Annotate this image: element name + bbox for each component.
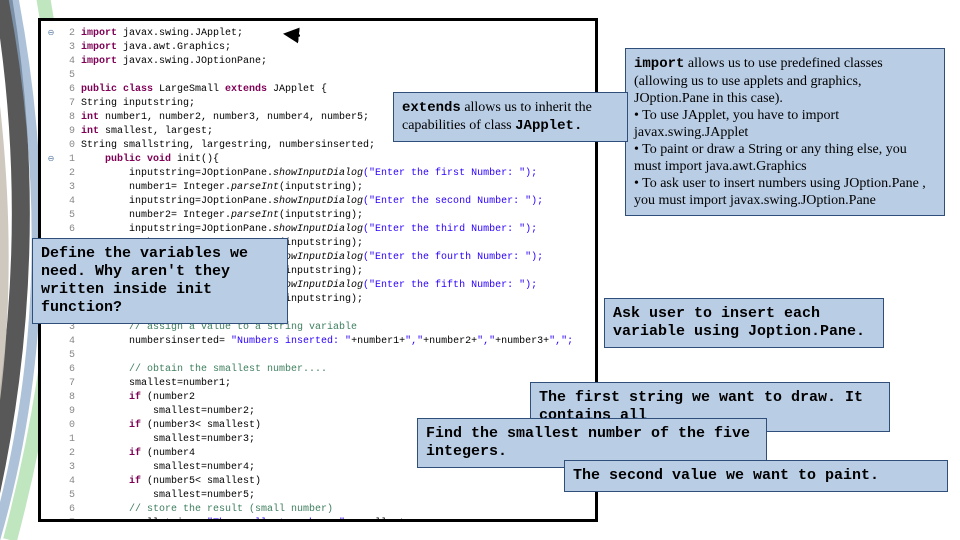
code-line: ⊖1 public void init(){ bbox=[45, 153, 587, 167]
code-line: 6 // obtain the smallest number.... bbox=[45, 363, 587, 377]
callout-variables-text: Define the variables we need. Why aren't… bbox=[41, 245, 248, 316]
code-line: 3import java.awt.Graphics; bbox=[45, 41, 587, 55]
code-line: 9 smallest=number2; bbox=[45, 405, 587, 419]
code-line: 8 if (number2 bbox=[45, 391, 587, 405]
callout-ask-user: Ask user to insert each variable using J… bbox=[604, 298, 884, 348]
code-line: 3 number1= Integer.parseInt(inputstring)… bbox=[45, 181, 587, 195]
callout-extends: extends allows us to inherit the capabil… bbox=[393, 92, 628, 142]
callout-second-text: The second value we want to paint. bbox=[573, 467, 879, 484]
callout-import: import allows us to use predefined class… bbox=[625, 48, 945, 216]
callout-import-lead: import bbox=[634, 56, 684, 72]
code-line: 5 bbox=[45, 69, 587, 83]
code-line: 4 if (number5< smallest) bbox=[45, 475, 587, 489]
code-line: 4 numbersinserted= "Numbers inserted: "+… bbox=[45, 335, 587, 349]
callout-second-value: The second value we want to paint. bbox=[564, 460, 948, 492]
callout-import-b3: • To ask user to insert numbers using JO… bbox=[634, 175, 936, 209]
callout-import-b1: • To use JApplet, you have to import jav… bbox=[634, 107, 936, 141]
code-line: 4 inputstring=JOptionPane.showInputDialo… bbox=[45, 195, 587, 209]
callout-variables: Define the variables we need. Why aren't… bbox=[32, 238, 288, 324]
code-line: 6 inputstring=JOptionPane.showInputDialo… bbox=[45, 223, 587, 237]
code-line: 5 bbox=[45, 349, 587, 363]
callout-import-b2: • To paint or draw a String or any thing… bbox=[634, 141, 936, 175]
code-line: 5 smallest=number5; bbox=[45, 489, 587, 503]
callout-extends-lead: extends bbox=[402, 100, 461, 116]
code-line: 7 smallest=number1; bbox=[45, 377, 587, 391]
code-line: 7 smallstring= "The smallest number: "+ … bbox=[45, 517, 587, 522]
callout-extends-tail: JApplet. bbox=[515, 118, 582, 134]
callout-smallest-text: Find the smallest number of the five int… bbox=[426, 425, 750, 460]
callout-ask-text: Ask user to insert each variable using J… bbox=[613, 305, 865, 340]
code-line: ⊖2import javax.swing.JApplet; bbox=[45, 27, 587, 41]
code-line: 6 // store the result (small number) bbox=[45, 503, 587, 517]
code-line: 2 inputstring=JOptionPane.showInputDialo… bbox=[45, 167, 587, 181]
code-line: 5 number2= Integer.parseInt(inputstring)… bbox=[45, 209, 587, 223]
code-line: 4import javax.swing.JOptionPane; bbox=[45, 55, 587, 69]
